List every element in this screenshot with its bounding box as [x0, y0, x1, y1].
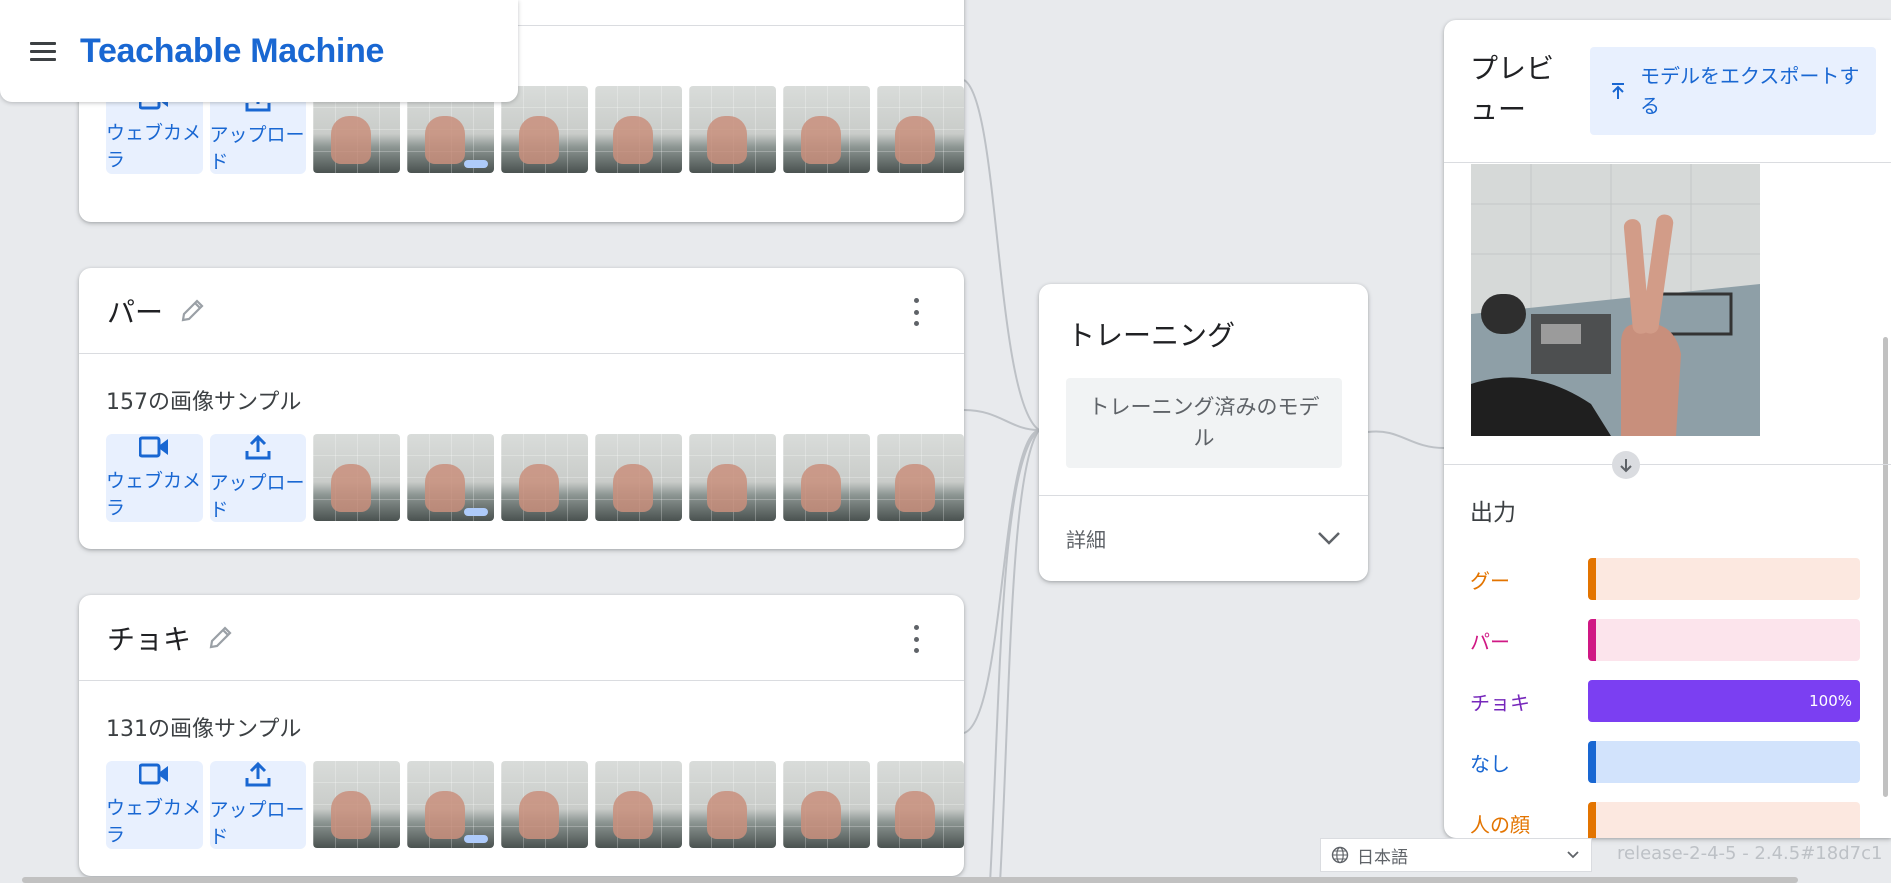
sample-row: ウェブカメラ アップロード — [106, 761, 964, 857]
webcam-button-label: ウェブカメラ — [106, 797, 202, 846]
edit-pencil-icon[interactable] — [177, 296, 207, 326]
upload-button[interactable]: アップロード — [209, 434, 306, 522]
trained-model-button[interactable]: トレーニング済みのモデル — [1066, 378, 1342, 468]
confidence-fill — [1588, 558, 1596, 600]
webcam-button[interactable]: ウェブカメラ — [106, 434, 203, 522]
sample-thumbnail[interactable] — [501, 434, 588, 521]
sample-thumbnail[interactable] — [501, 86, 588, 173]
details-toggle[interactable]: 詳細 — [1066, 514, 1341, 562]
globe-icon — [1331, 846, 1349, 864]
webcam-button-label: ウェブカメラ — [106, 122, 202, 171]
sample-thumbnail[interactable] — [877, 86, 964, 173]
confidence-fill — [1588, 802, 1596, 838]
thumbnail-scroll-indicator[interactable] — [464, 160, 488, 168]
arrow-down-icon[interactable] — [1612, 451, 1640, 479]
sample-thumbnail[interactable] — [689, 761, 776, 848]
sample-thumbnail[interactable] — [313, 761, 400, 848]
output-label: グー — [1470, 568, 1510, 593]
sample-thumbnail[interactable] — [783, 761, 870, 848]
confidence-fill — [1588, 619, 1596, 661]
language-select[interactable]: 日本語 — [1320, 838, 1592, 872]
video-camera-icon — [139, 763, 169, 785]
confidence-bar — [1588, 619, 1860, 661]
sample-thumbnail[interactable] — [783, 434, 870, 521]
sample-thumbnail[interactable] — [877, 434, 964, 521]
class-card-header: パー — [79, 268, 964, 354]
confidence-bar — [1588, 558, 1860, 600]
output-row: 人の顔 — [1470, 802, 1870, 838]
upload-button-label: アップロード — [209, 124, 305, 173]
sample-thumbnail[interactable] — [689, 434, 776, 521]
output-row: チョキ 100% — [1470, 680, 1870, 722]
preview-card: プレビュー モデルをエクスポートする 出力 グー パー チョキ 100% なし … — [1444, 20, 1891, 838]
webcam-preview-image — [1471, 164, 1760, 436]
sample-count: 131の画像サンプル — [106, 717, 302, 742]
sample-thumbnail[interactable] — [877, 761, 964, 848]
output-label: なし — [1470, 751, 1510, 776]
training-card: トレーニング トレーニング済みのモデル 詳細 — [1039, 284, 1368, 581]
sample-thumbnail[interactable] — [689, 86, 776, 173]
export-model-button[interactable]: モデルをエクスポートする — [1590, 47, 1876, 135]
more-options-icon[interactable] — [904, 625, 928, 653]
confidence-bar — [1588, 741, 1860, 783]
edit-pencil-icon[interactable] — [205, 623, 235, 653]
output-row: パー — [1470, 619, 1870, 661]
output-title: 出力 — [1470, 500, 1516, 526]
preview-title: プレビュー — [1470, 52, 1555, 126]
training-title: トレーニング — [1067, 319, 1236, 352]
class-card-choki: チョキ 131の画像サンプル ウェブカメラ アップロード — [79, 595, 964, 876]
class-card-body: 131の画像サンプル ウェブカメラ アップロード — [79, 681, 964, 857]
version-text: release-2-4-5 - 2.4.5#18d7c1 — [1617, 843, 1883, 864]
upload-button-label: アップロード — [209, 472, 305, 521]
class-card-paa: パー 157の画像サンプル ウェブカメラ アップロード — [79, 268, 964, 549]
app-header: Teachable Machine — [0, 0, 518, 102]
output-label: パー — [1470, 629, 1510, 654]
sample-thumbnail[interactable] — [595, 434, 682, 521]
preview-scrollbar[interactable] — [1883, 337, 1888, 797]
thumbnail-scroll-indicator[interactable] — [464, 835, 488, 843]
confidence-bar: 100% — [1588, 680, 1860, 722]
webcam-button[interactable]: ウェブカメラ — [106, 761, 203, 849]
confidence-fill: 100% — [1588, 680, 1860, 722]
confidence-fill — [1588, 741, 1596, 783]
sample-row: ウェブカメラ アップロード — [106, 434, 964, 530]
output-row: なし — [1470, 741, 1870, 783]
sample-thumbnail[interactable] — [595, 761, 682, 848]
horizontal-scrollbar[interactable] — [22, 877, 1798, 883]
divider — [1444, 162, 1891, 163]
upload-icon — [245, 434, 271, 460]
thumbnail-scroll-indicator[interactable] — [464, 508, 488, 516]
upload-icon — [245, 761, 271, 787]
more-options-icon[interactable] — [904, 298, 928, 326]
output-label: チョキ — [1470, 690, 1530, 715]
sample-count: 157の画像サンプル — [106, 390, 302, 415]
confidence-bar — [1588, 802, 1860, 838]
app-logo[interactable]: Teachable Machine — [80, 32, 384, 71]
divider — [1444, 464, 1891, 465]
sample-thumbnail[interactable] — [313, 434, 400, 521]
divider — [1039, 495, 1368, 496]
video-camera-icon — [139, 436, 169, 458]
export-model-label: モデルをエクスポートする — [1640, 64, 1860, 118]
language-label: 日本語 — [1357, 847, 1408, 868]
chevron-down-icon — [1567, 851, 1579, 859]
class-name[interactable]: パー — [107, 291, 163, 331]
sample-thumbnail[interactable] — [595, 86, 682, 173]
webcam-button-label: ウェブカメラ — [106, 470, 202, 519]
sample-thumbnail[interactable] — [501, 761, 588, 848]
class-card-header: チョキ — [79, 595, 964, 681]
details-label: 詳細 — [1066, 527, 1106, 552]
class-name[interactable]: チョキ — [107, 618, 191, 658]
export-upload-icon — [1612, 83, 1624, 99]
sample-thumbnail[interactable] — [783, 86, 870, 173]
chevron-down-icon — [1318, 532, 1340, 545]
output-label: 人の顔 — [1470, 812, 1530, 837]
upload-button[interactable]: アップロード — [209, 761, 306, 849]
output-row: グー — [1470, 558, 1870, 600]
upload-button-label: アップロード — [209, 799, 305, 848]
class-card-body: 157の画像サンプル ウェブカメラ アップロード — [79, 354, 964, 530]
menu-icon[interactable] — [30, 35, 62, 67]
